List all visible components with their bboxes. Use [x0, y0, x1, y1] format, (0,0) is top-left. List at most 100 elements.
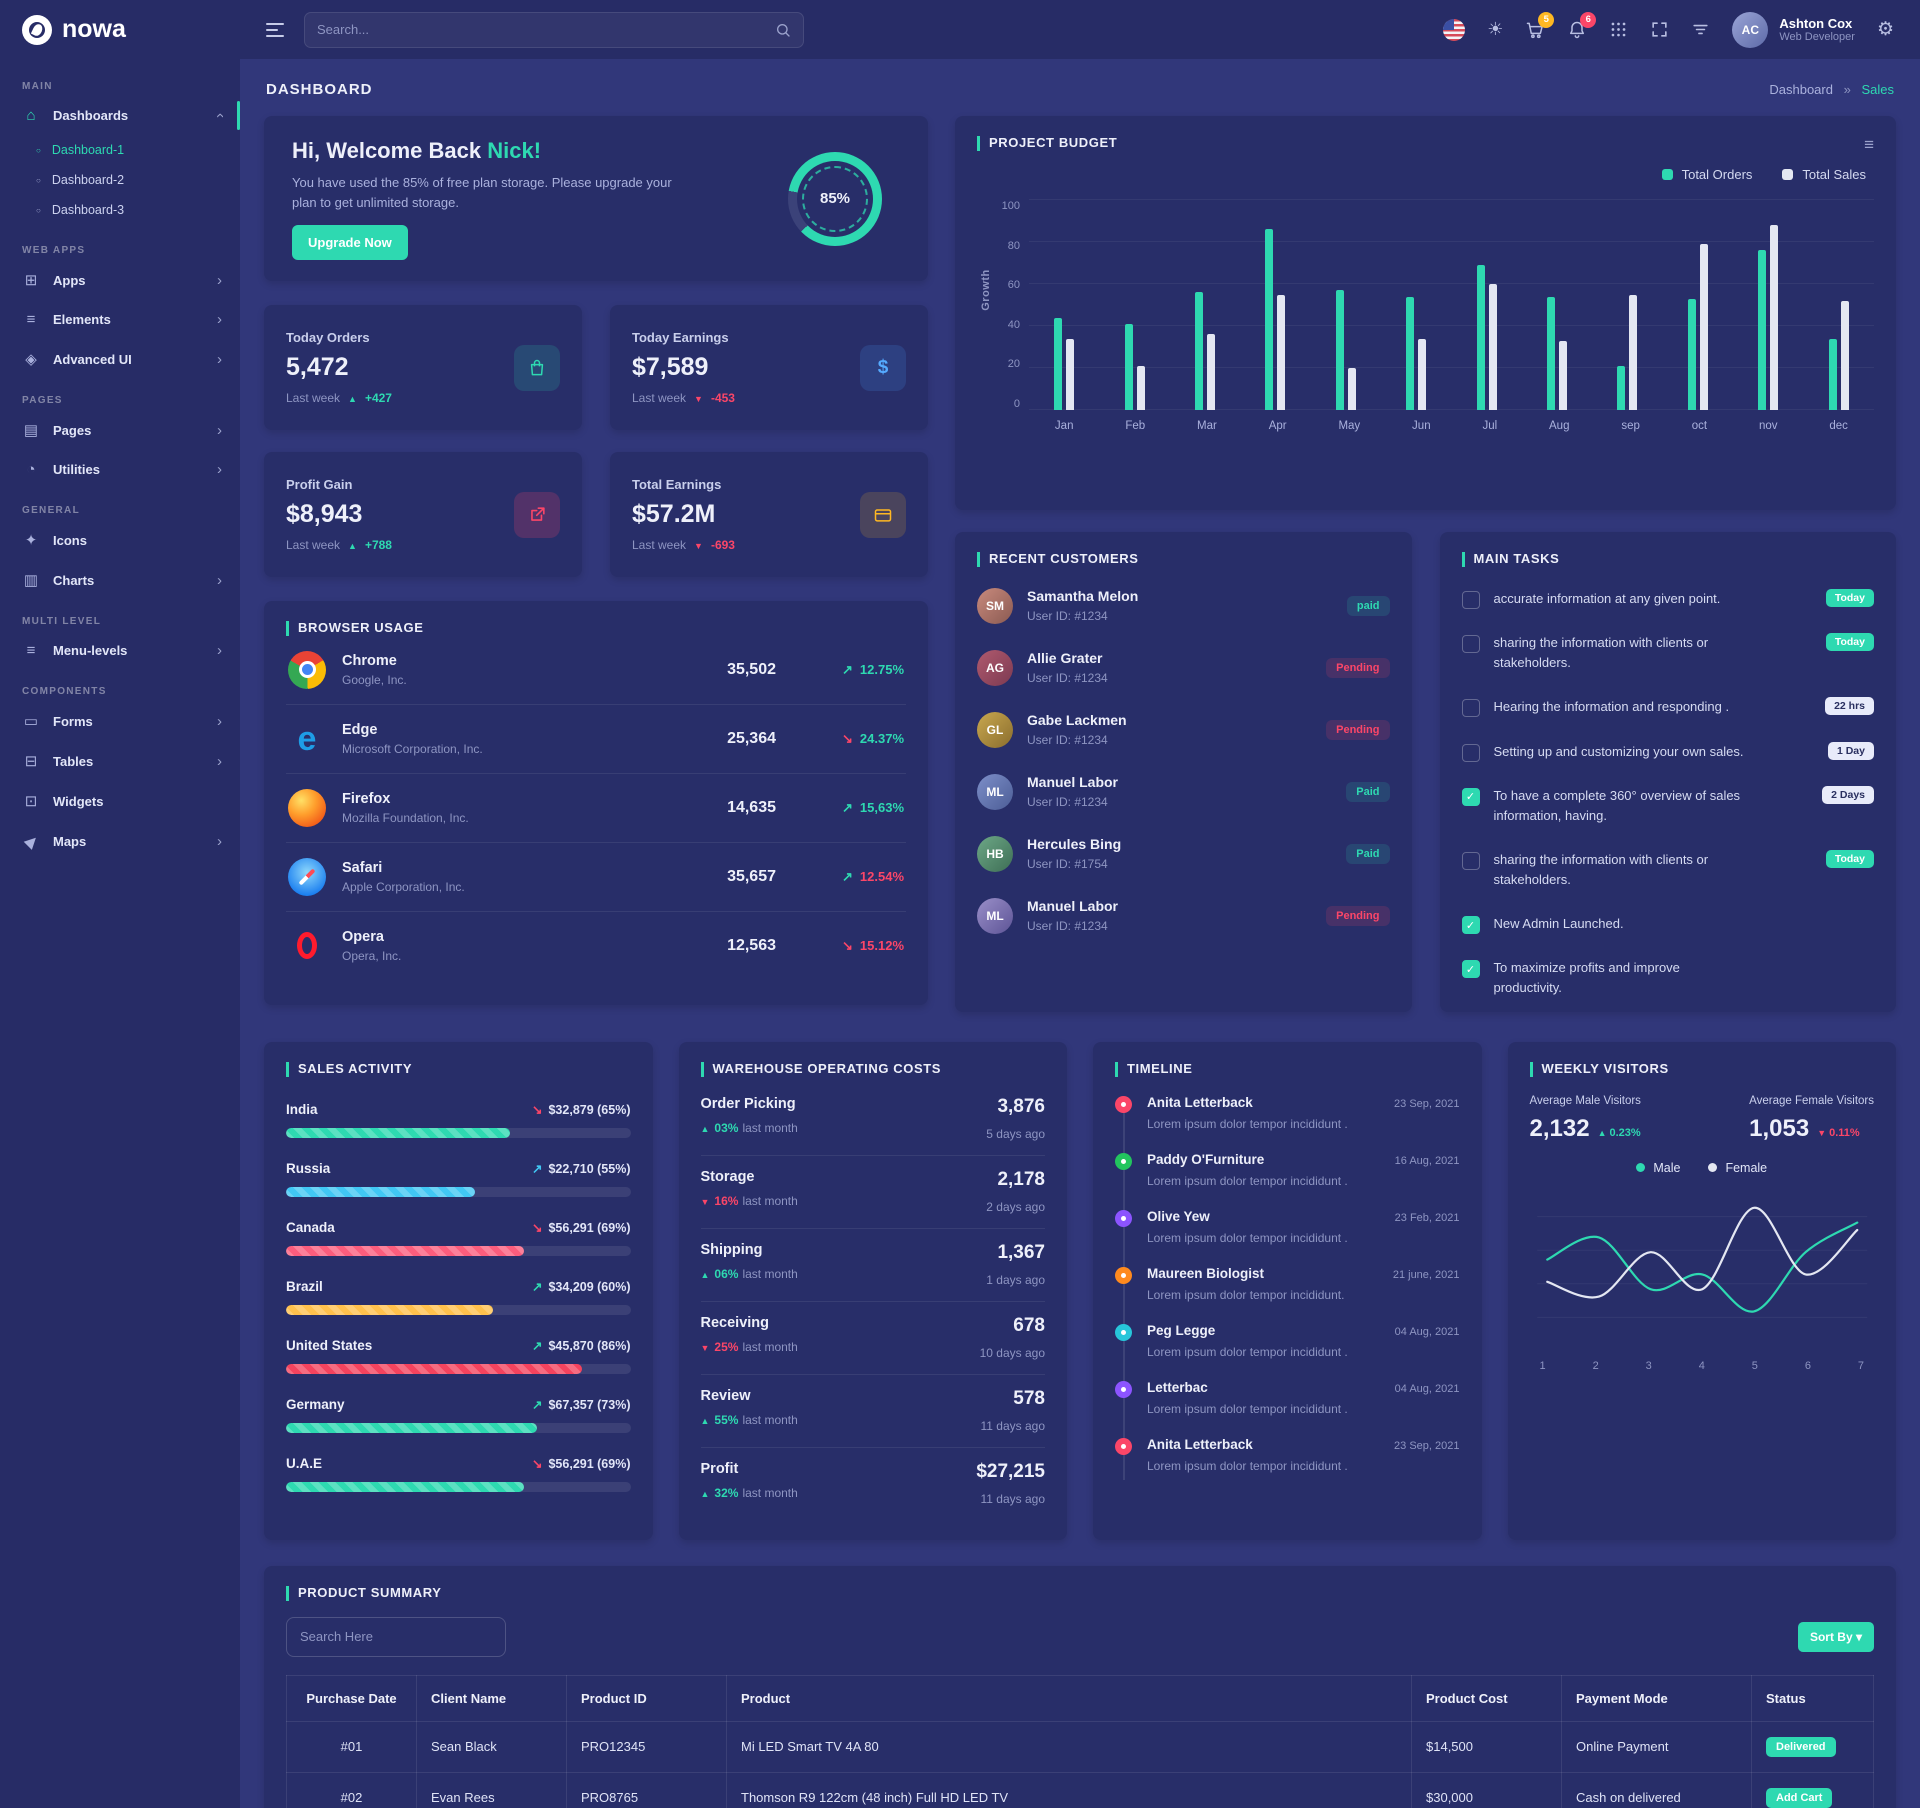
task-text: New Admin Launched.	[1494, 914, 1624, 934]
table-row: #01 Sean Black PRO12345 Mi LED Smart TV …	[287, 1721, 1874, 1772]
sales-row-brazil: Brazil ↗$34,209 (60%)	[286, 1268, 631, 1327]
cell-purchase-date: #02	[287, 1772, 417, 1808]
customer-user-id: User ID: #1754	[1027, 857, 1121, 871]
main-area: ☀ 5 6 AC	[240, 0, 1920, 1808]
country-value: ↘$32,879 (65%)	[532, 1102, 631, 1117]
country-value: ↘$56,291 (69%)	[532, 1456, 631, 1471]
browser-row-opera: OperaOpera, Inc. 12,563 ↘15.12%	[286, 912, 906, 980]
sidebar-item-utilities[interactable]: ◔Utilities›	[0, 450, 240, 489]
user-role: Web Developer	[1779, 31, 1855, 43]
menu-toggle-icon[interactable]	[266, 23, 284, 37]
task-checkbox[interactable]	[1462, 699, 1480, 717]
timeline-title: TIMELINE	[1115, 1062, 1460, 1077]
sidebar-item-apps[interactable]: ⊞Apps›	[0, 260, 240, 300]
topbar-actions: ☀ 5 6 AC	[1443, 12, 1894, 48]
welcome-user-name: Nick!	[487, 138, 541, 163]
customer-row: SM Samantha MelonUser ID: #1234 paid	[977, 575, 1390, 637]
timeline-dot-icon	[1115, 1324, 1132, 1341]
female-visitors-delta: ▼0.11%	[1817, 1127, 1860, 1139]
theme-toggle-icon[interactable]: ☀	[1487, 19, 1503, 40]
cost-name: Order Picking	[701, 1096, 798, 1112]
bar-total-orders-oct	[1688, 299, 1696, 410]
budget-bars	[1029, 200, 1874, 410]
trend-down-icon: ▼	[694, 394, 703, 404]
stat-label: Profit Gain	[286, 477, 392, 492]
status-badge[interactable]: Delivered	[1766, 1737, 1836, 1757]
cell-status: Add Cart	[1752, 1772, 1874, 1808]
sidebar-section-label: MULTI LEVEL	[0, 616, 240, 627]
stat-delta: +427	[365, 391, 392, 405]
chevron-right-icon: ›	[217, 422, 222, 439]
upgrade-button[interactable]: Upgrade Now	[292, 225, 408, 260]
sidebar-item-label: Dashboards	[53, 108, 128, 123]
browser-value: 35,657	[727, 868, 776, 886]
user-avatar: AC	[1732, 12, 1768, 48]
cart-icon[interactable]: 5	[1525, 20, 1545, 40]
task-checkbox[interactable]	[1462, 635, 1480, 653]
cell-product-id: PRO12345	[567, 1721, 727, 1772]
country-label: India	[286, 1102, 318, 1117]
sidebar-item-pages[interactable]: ▤Pages›	[0, 410, 240, 450]
sidebar-item-menu-levels[interactable]: ≡Menu-levels›	[0, 631, 240, 670]
task-text: sharing the information with clients or …	[1494, 850, 1746, 890]
sort-by-button[interactable]: Sort By ▾	[1798, 1622, 1874, 1652]
progress-track	[286, 1128, 631, 1138]
task-checkbox[interactable]	[1462, 744, 1480, 762]
column-header-status: Status	[1752, 1675, 1874, 1721]
x-label: Aug	[1549, 420, 1569, 432]
bar-total-orders-jul	[1477, 265, 1485, 410]
browser-value: 25,364	[727, 730, 776, 748]
user-menu[interactable]: AC Ashton Cox Web Developer	[1732, 12, 1855, 48]
sidebar-item-charts[interactable]: ▥Charts›	[0, 560, 240, 600]
visitors-x-labels: 1234567	[1530, 1356, 1875, 1372]
sidebar-item-elements[interactable]: ≡Elements›	[0, 300, 240, 339]
timeline-name: Maureen Biologist	[1147, 1266, 1264, 1281]
status-badge[interactable]: Add Cart	[1766, 1788, 1832, 1808]
language-flag-icon[interactable]	[1443, 19, 1465, 41]
search-input[interactable]	[317, 22, 767, 37]
chevron-right-icon: ›	[217, 311, 222, 328]
filter-icon[interactable]	[1691, 20, 1710, 39]
notifications-bell-icon[interactable]: 6	[1567, 20, 1587, 40]
x-label: 3	[1646, 1360, 1652, 1372]
chevron-right-icon: ›	[217, 272, 222, 289]
warehouse-row-profit: Profit ▲32%last month $27,21511 days ago	[701, 1448, 1046, 1520]
task-checkbox[interactable]: ✓	[1462, 788, 1480, 806]
trend-up-icon: ▲	[348, 541, 357, 551]
brand-logo[interactable]: nowa	[0, 0, 240, 59]
timeline-name: Anita Letterback	[1147, 1437, 1253, 1452]
customer-name: Allie Grater	[1027, 650, 1108, 666]
sidebar-subitem-dashboard-1[interactable]: ○Dashboard-1	[0, 135, 240, 165]
sidebar-item-label: Advanced UI	[53, 352, 132, 367]
task-checkbox[interactable]: ✓	[1462, 916, 1480, 934]
task-checkbox[interactable]: ✓	[1462, 960, 1480, 978]
card-menu-icon[interactable]: ≡	[1864, 136, 1874, 153]
sidebar-subitem-dashboard-2[interactable]: ○Dashboard-2	[0, 165, 240, 195]
task-checkbox[interactable]	[1462, 852, 1480, 870]
customer-name: Hercules Bing	[1027, 836, 1121, 852]
sidebar-item-advanced-ui[interactable]: ◈Advanced UI›	[0, 339, 240, 379]
product-search-input[interactable]	[286, 1617, 506, 1657]
timeline-dot-icon	[1115, 1267, 1132, 1284]
settings-gear-icon[interactable]: ⚙	[1877, 18, 1894, 41]
apps-grid-icon[interactable]	[1609, 20, 1628, 39]
fullscreen-icon[interactable]	[1650, 20, 1669, 39]
chart-icon: ▥	[22, 571, 40, 589]
country-label: U.A.E	[286, 1456, 322, 1471]
sidebar-item-forms[interactable]: ▭Forms›	[0, 701, 240, 741]
browser-row-chrome: ChromeGoogle, Inc. 35,502 ↗12.75%	[286, 636, 906, 705]
sidebar-item-icons[interactable]: ✦Icons	[0, 520, 240, 560]
sidebar-item-label: Utilities	[53, 462, 100, 477]
bar-total-sales-oct	[1700, 244, 1708, 410]
sidebar-subitem-dashboard-3[interactable]: ○Dashboard-3	[0, 195, 240, 225]
timeline-item: Letterbac04 Aug, 2021 Lorem ipsum dolor …	[1115, 1380, 1460, 1437]
search-icon[interactable]	[775, 22, 791, 38]
female-visitors-stat: Average Female Visitors 1,053 ▼0.11%	[1749, 1095, 1874, 1143]
sidebar-item-tables[interactable]: ⊟Tables›	[0, 741, 240, 781]
sidebar-item-maps[interactable]: ▶Maps›	[0, 821, 240, 861]
task-checkbox[interactable]	[1462, 591, 1480, 609]
breadcrumb-root[interactable]: Dashboard	[1769, 82, 1833, 97]
sidebar-item-dashboards[interactable]: ⌂Dashboards›	[0, 96, 240, 135]
sidebar-item-widgets[interactable]: ⊡Widgets	[0, 781, 240, 821]
chevron-up-icon: ›	[211, 113, 228, 118]
